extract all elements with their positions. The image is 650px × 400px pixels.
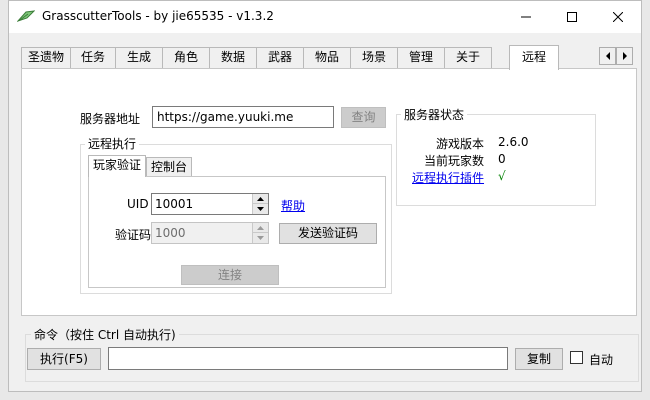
close-icon — [613, 11, 623, 22]
plugin-status-check: √ — [498, 169, 506, 183]
arrow-left-icon — [605, 52, 610, 60]
caret-up-icon — [257, 225, 264, 230]
server-address-input[interactable]: https://game.yuuki.me — [152, 106, 334, 128]
uid-label: UID — [127, 197, 149, 211]
minimize-button[interactable] — [503, 1, 549, 32]
uid-decrement-button[interactable] — [253, 204, 268, 214]
execute-button[interactable]: 执行(F5) — [27, 348, 101, 370]
maximize-button[interactable] — [549, 1, 595, 32]
online-players-value: 0 — [498, 152, 506, 166]
tab-scroll-left-button[interactable] — [599, 47, 616, 65]
copy-button[interactable]: 复制 — [515, 348, 563, 370]
verification-code-value: 1000 — [155, 226, 186, 240]
remote-tab-page: 服务器地址 https://game.yuuki.me 查询 远程执行 玩家验证… — [21, 68, 637, 316]
uid-stepper[interactable]: 10001 — [151, 193, 269, 215]
tab-artifacts[interactable]: 圣遗物 — [21, 47, 71, 68]
maximize-icon — [567, 11, 577, 22]
window-title: GrasscutterTools - by jie65535 - v1.3.2 — [42, 9, 274, 23]
caret-up-icon — [257, 196, 264, 201]
app-window: GrasscutterTools - by jie65535 - v1.3.2 … — [8, 0, 642, 392]
online-players-label: 当前玩家数 — [424, 154, 485, 168]
connect-button[interactable]: 连接 — [181, 265, 279, 285]
grass-icon — [17, 10, 35, 22]
tab-quests[interactable]: 任务 — [70, 47, 116, 68]
remote-plugin-link[interactable]: 远程执行插件 — [412, 169, 484, 186]
code-decrement-button[interactable] — [253, 233, 268, 243]
remote-exec-title: 远程执行 — [85, 135, 140, 152]
title-bar: GrasscutterTools - by jie65535 - v1.3.2 — [9, 1, 641, 33]
auto-execute-checkbox[interactable] — [570, 351, 583, 364]
caret-down-icon — [257, 236, 264, 240]
command-title: 命令（按住 Ctrl 自动执行) — [31, 326, 179, 343]
command-input[interactable] — [108, 347, 508, 370]
tab-spawn[interactable]: 生成 — [115, 47, 163, 68]
uid-stepper-buttons — [252, 194, 268, 214]
tab-characters[interactable]: 角色 — [162, 47, 210, 68]
tab-scroll-right-button[interactable] — [616, 47, 633, 65]
tab-console[interactable]: 控制台 — [146, 157, 192, 177]
caret-down-icon — [257, 207, 264, 211]
uid-increment-button[interactable] — [253, 194, 268, 204]
code-increment-button[interactable] — [253, 223, 268, 233]
tab-scenes[interactable]: 场景 — [350, 47, 398, 68]
help-link[interactable]: 帮助 — [281, 197, 305, 214]
player-auth-panel: UID 10001 帮助 验证码 1000 发送验证码 连接 — [88, 176, 386, 288]
server-address-label: 服务器地址 — [80, 112, 141, 126]
minimize-icon — [521, 16, 531, 17]
tab-data[interactable]: 数据 — [209, 47, 257, 68]
server-status-title: 服务器状态 — [401, 106, 468, 123]
verification-code-label: 验证码 — [115, 228, 152, 242]
send-code-button[interactable]: 发送验证码 — [279, 223, 377, 244]
tab-remote[interactable]: 远程 — [509, 45, 559, 70]
close-button[interactable] — [595, 1, 641, 32]
tab-weapons[interactable]: 武器 — [256, 47, 304, 68]
tab-about[interactable]: 关于 — [444, 47, 492, 68]
verification-code-stepper[interactable]: 1000 — [151, 222, 269, 244]
code-stepper-buttons — [252, 223, 268, 243]
auto-execute-label: 自动 — [589, 353, 614, 367]
tab-player-auth[interactable]: 玩家验证 — [88, 155, 146, 177]
arrow-right-icon — [622, 52, 627, 60]
tab-manage[interactable]: 管理 — [397, 47, 445, 68]
game-version-label: 游戏版本 — [436, 137, 485, 151]
game-version-value: 2.6.0 — [498, 135, 529, 149]
query-button[interactable]: 查询 — [341, 107, 386, 128]
uid-value: 10001 — [155, 197, 194, 211]
main-tabstrip: 圣遗物 任务 生成 角色 数据 武器 物品 场景 管理 关于 远程 — [21, 45, 633, 70]
tab-items[interactable]: 物品 — [303, 47, 351, 68]
